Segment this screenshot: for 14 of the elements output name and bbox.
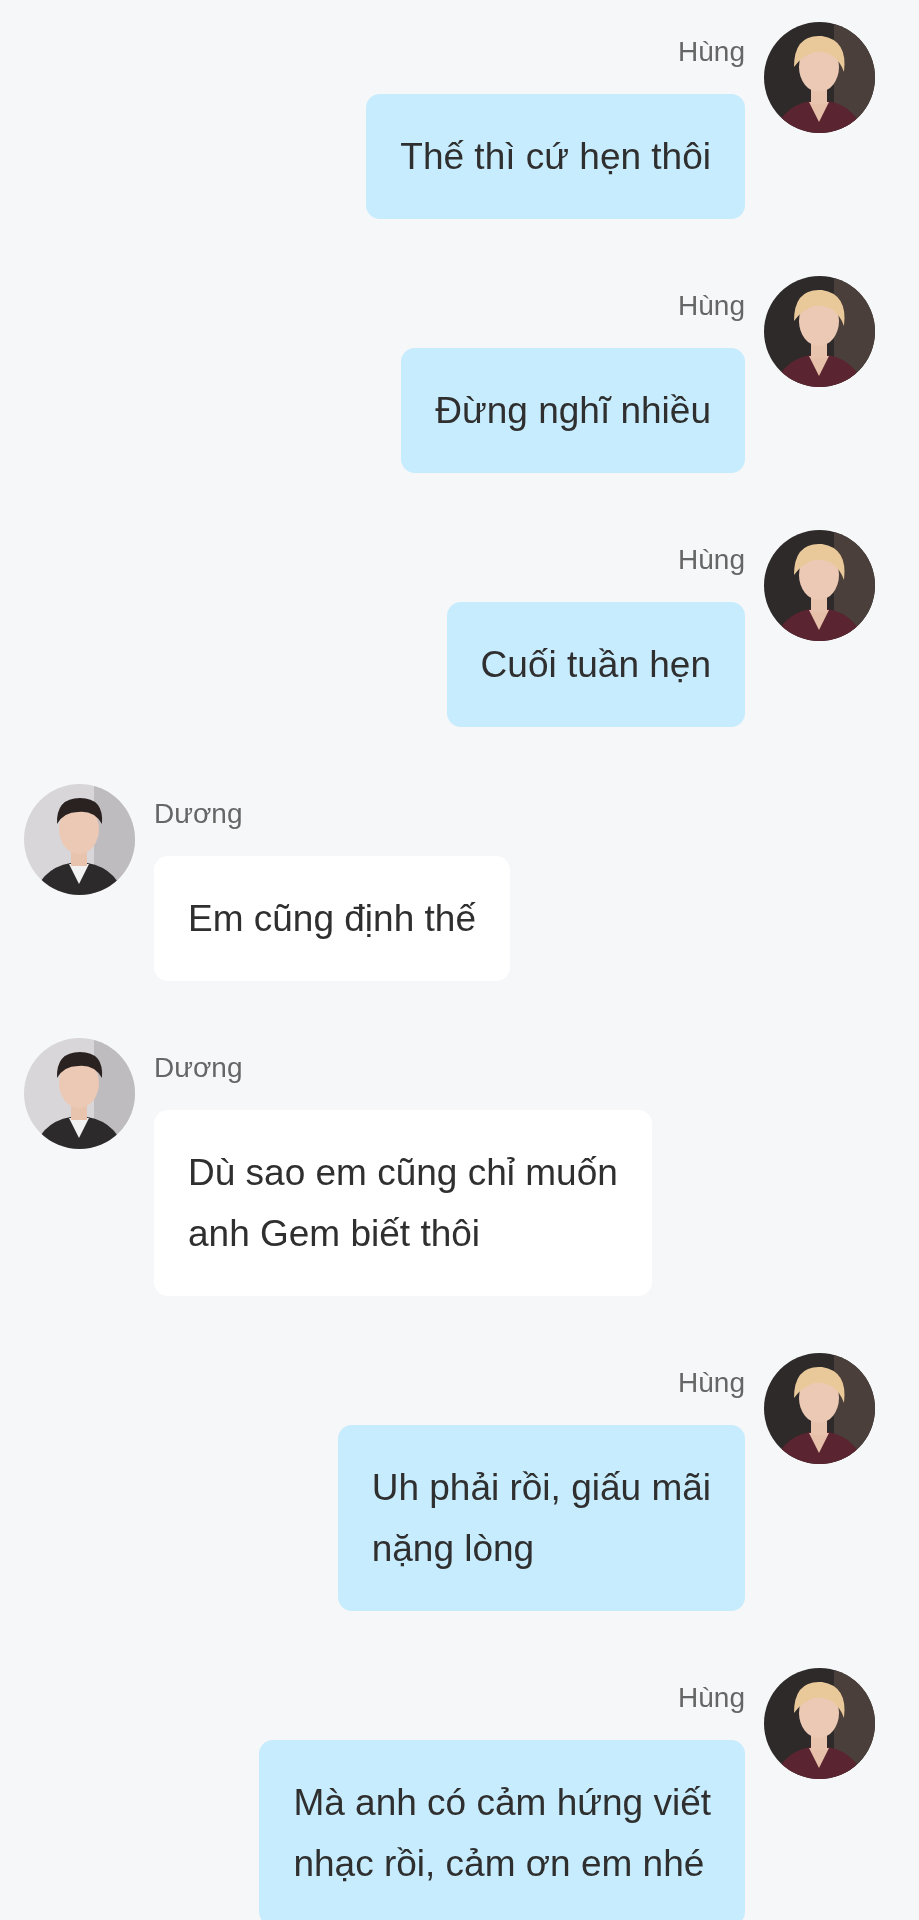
message-bubble: Em cũng định thế: [154, 856, 510, 981]
sender-name: Hùng: [678, 543, 745, 577]
sender-name: Dương: [154, 1051, 243, 1085]
message-bubble: Cuối tuần hẹn: [446, 602, 745, 727]
message-bubble: Thế thì cứ hẹn thôi: [366, 94, 745, 219]
message-bubble: Uh phải rồi, giấu mãi nặng lòng: [337, 1425, 745, 1611]
sender-name: Dương: [154, 797, 243, 831]
message-bubble: Đừng nghĩ nhiều: [401, 348, 745, 473]
message-bubble: Mà anh có cảm hứng viết nhạc rồi, cảm ơn em nhé: [259, 1740, 745, 1920]
sender-name: Hùng: [678, 289, 745, 323]
sender-name: Hùng: [678, 1366, 745, 1400]
sender-name: Hùng: [678, 1681, 745, 1715]
sender-name: Hùng: [678, 35, 745, 69]
message-bubble: Dù sao em cũng chỉ muốn anh Gem biết thôi: [154, 1110, 652, 1296]
